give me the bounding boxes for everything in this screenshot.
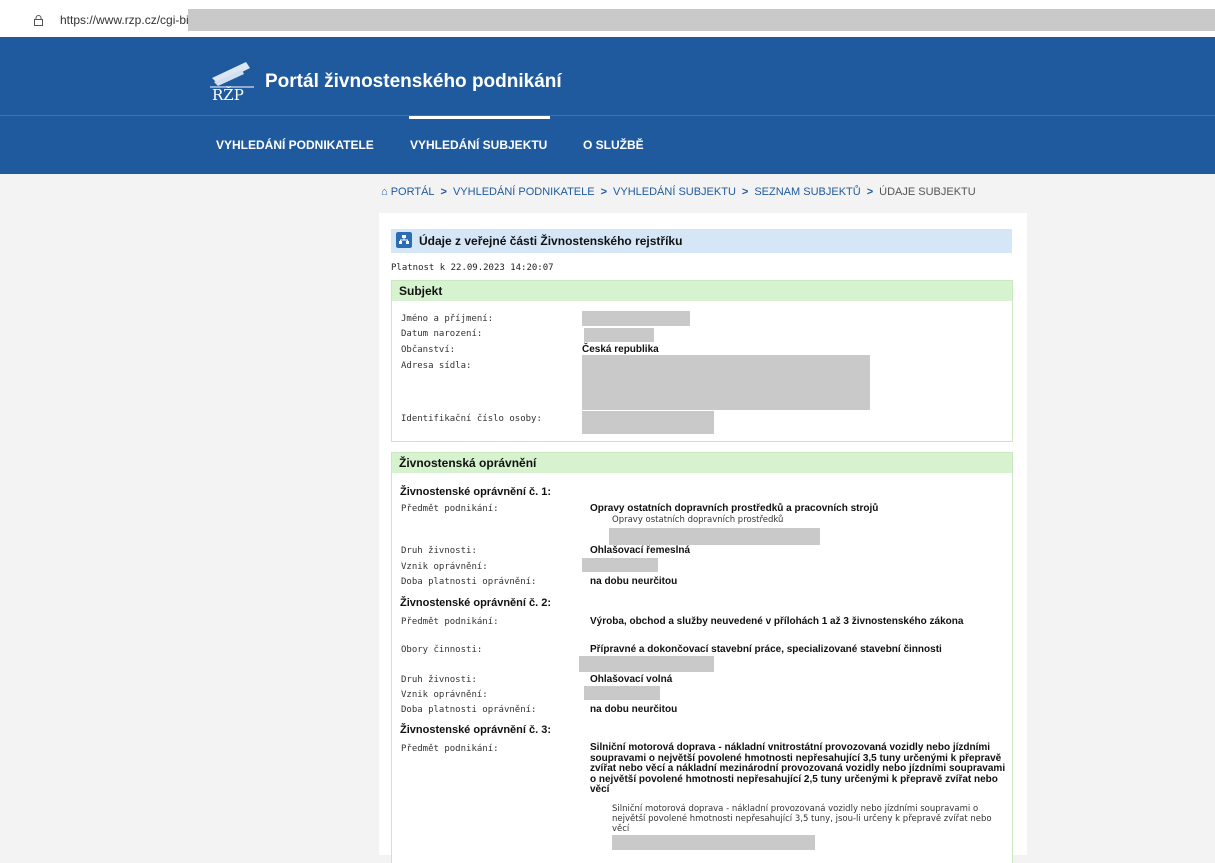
license-1-title: Živnostenské oprávnění č. 1: bbox=[400, 486, 551, 498]
license-2-fields-value: Přípravné a dokončovací stavební práce, … bbox=[590, 644, 942, 655]
license-1-duration-value: na dobu neurčitou bbox=[590, 576, 678, 587]
redacted-license-2-detail bbox=[579, 656, 714, 672]
name-label: Jméno a příjmení: bbox=[401, 314, 494, 324]
nav-item-vyhledani-subjektu[interactable]: VYHLEDÁNÍ SUBJEKTU bbox=[410, 138, 547, 152]
url-text[interactable]: https://www.rzp.cz/cgi-bi bbox=[60, 13, 189, 27]
license-3-title: Živnostenské oprávnění č. 3: bbox=[400, 724, 551, 736]
site-title[interactable]: Portál živnostenského podnikání bbox=[265, 71, 562, 93]
redacted-address bbox=[582, 355, 870, 410]
citizenship-label: Občanství: bbox=[401, 345, 456, 355]
license-1-type-label: Druh živnosti: bbox=[401, 546, 477, 556]
breadcrumb-vyhledani-podnikatele[interactable]: VYHLEDÁNÍ PODNIKATELE bbox=[453, 186, 595, 198]
license-2-origin-label: Vznik oprávnění: bbox=[401, 690, 488, 700]
logo-text: RŽP bbox=[212, 86, 244, 102]
license-3-subject-label: Předmět podnikání: bbox=[401, 744, 499, 754]
license-1-subject-label: Předmět podnikání: bbox=[401, 504, 499, 514]
citizenship-value: Česká republika bbox=[582, 344, 659, 355]
redacted-license-1-origin bbox=[582, 558, 658, 572]
breadcrumb: ⌂ PORTÁL > VYHLEDÁNÍ PODNIKATELE > VYHLEDÁNÍ… bbox=[381, 186, 976, 198]
license-1-origin-label: Vznik oprávnění: bbox=[401, 562, 488, 572]
breadcrumb-separator: > bbox=[600, 186, 608, 198]
license-1-subject-sub: Opravy ostatních dopravních prostředků bbox=[612, 515, 784, 525]
redacted-license-1-detail bbox=[609, 528, 820, 545]
license-2-type-value: Ohlašovací volná bbox=[590, 674, 673, 685]
nav-item-vyhledani-podnikatele[interactable]: VYHLEDÁNÍ PODNIKATELE bbox=[216, 138, 374, 152]
license-2-subject-value: Výroba, obchod a služby neuvedené v příl… bbox=[590, 616, 964, 627]
validity-date: Platnost k 22.09.2023 14:20:07 bbox=[391, 263, 554, 273]
breadcrumb-separator: > bbox=[440, 186, 447, 198]
redacted-id bbox=[582, 411, 714, 434]
license-1-subject-value: Opravy ostatních dopravních prostředků a… bbox=[590, 503, 879, 514]
birth-label: Datum narození: bbox=[401, 329, 483, 339]
breadcrumb-separator: > bbox=[866, 186, 874, 198]
license-3-subject-value: Silniční motorová doprava - nákladní vni… bbox=[590, 742, 1006, 795]
license-3-subject-sub: Silniční motorová doprava - nákladní pro… bbox=[612, 804, 992, 834]
breadcrumb-vyhledani-subjektu[interactable]: VYHLEDÁNÍ SUBJEKTU bbox=[613, 186, 736, 198]
breadcrumb-separator: > bbox=[741, 186, 749, 198]
license-2-duration-value: na dobu neurčitou bbox=[590, 704, 678, 715]
license-2-title: Živnostenské oprávnění č. 2: bbox=[400, 597, 551, 609]
breadcrumb-udaje-subjektu: ÚDAJE SUBJEKTU bbox=[879, 186, 976, 198]
home-icon[interactable]: ⌂ bbox=[381, 186, 388, 198]
address-label: Adresa sídla: bbox=[401, 361, 472, 371]
browser-url-bar[interactable]: https://www.rzp.cz/cgi-bi bbox=[0, 0, 1215, 37]
subject-heading: Subjekt bbox=[392, 281, 1012, 301]
redacted-url bbox=[188, 9, 1215, 31]
license-2-subject-label: Předmět podnikání: bbox=[401, 617, 499, 627]
redacted-license-2-origin bbox=[584, 686, 660, 700]
registry-icon bbox=[396, 232, 412, 248]
license-1-duration-label: Doba platnosti oprávnění: bbox=[401, 577, 537, 587]
site-header bbox=[0, 37, 1215, 115]
breadcrumb-seznam-subjektu[interactable]: SEZNAM SUBJEKTŮ bbox=[754, 186, 860, 198]
license-2-duration-label: Doba platnosti oprávnění: bbox=[401, 705, 537, 715]
id-label: Identifikační číslo osoby: bbox=[401, 414, 542, 424]
license-1-type-value: Ohlašovací řemeslná bbox=[590, 545, 691, 556]
redacted-birth bbox=[584, 328, 654, 342]
lock-icon bbox=[34, 15, 43, 26]
license-2-fields-label: Obory činnosti: bbox=[401, 645, 483, 655]
nav-item-o-sluzbe[interactable]: O SLUŽBĚ bbox=[583, 138, 644, 152]
active-tab-indicator bbox=[409, 116, 550, 119]
card-title: Údaje z veřejné části Živnostenského rej… bbox=[419, 234, 683, 248]
license-2-type-label: Druh živnosti: bbox=[401, 675, 477, 685]
main-nav: VYHLEDÁNÍ PODNIKATELE VYHLEDÁNÍ SUBJEKTU… bbox=[0, 115, 1215, 174]
redacted-license-3-detail bbox=[612, 835, 815, 850]
breadcrumb-portal[interactable]: PORTÁL bbox=[391, 186, 435, 198]
licenses-heading: Živnostenská oprávnění bbox=[392, 453, 1012, 473]
redacted-name bbox=[582, 311, 690, 326]
rzp-logo-icon[interactable]: RŽP bbox=[206, 56, 258, 102]
